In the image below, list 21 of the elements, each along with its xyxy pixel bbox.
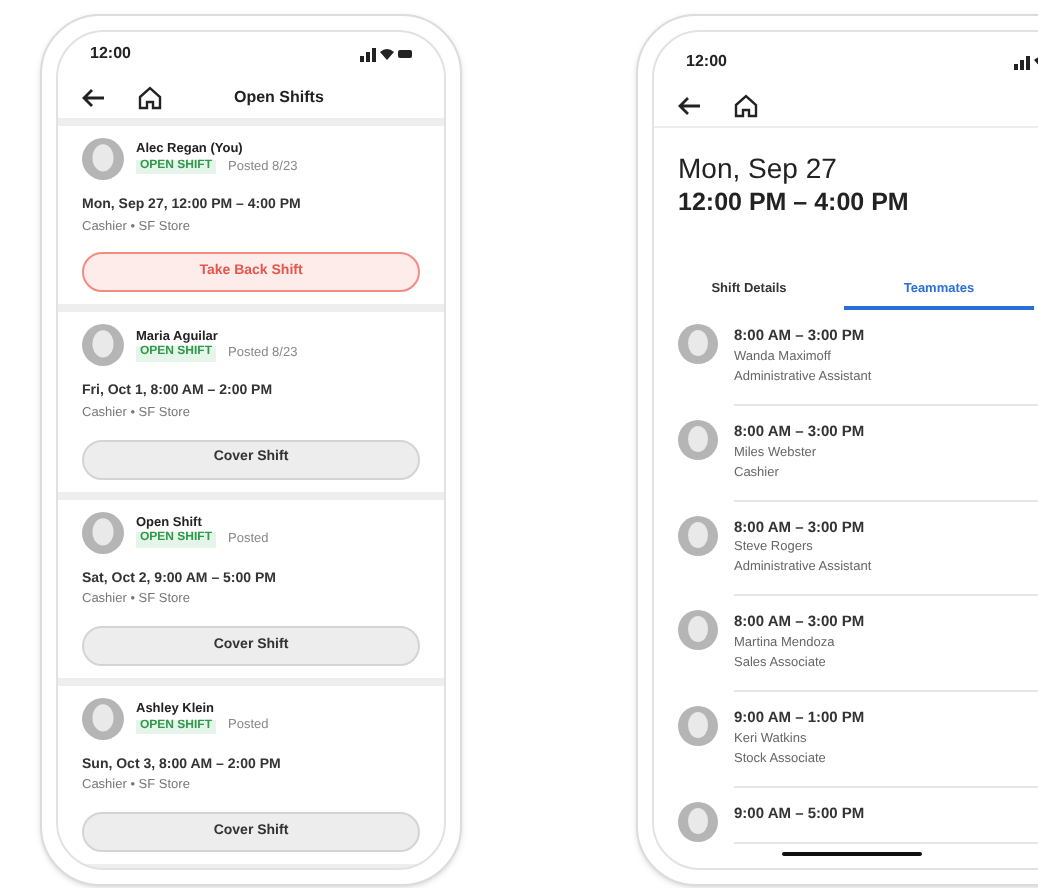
shift-date: Mon, Sep 27	[678, 152, 839, 187]
avatar-icon	[678, 801, 718, 842]
avatar-icon	[678, 515, 718, 556]
avatar-icon	[678, 419, 718, 460]
avatar-icon	[678, 610, 718, 651]
status-time: 12:00	[686, 50, 727, 74]
home-icon[interactable]	[734, 93, 758, 117]
page-title: Open Shifts	[234, 85, 324, 109]
avatar-icon	[82, 138, 124, 180]
avatar-icon	[82, 697, 124, 740]
shift-hours: 12:00 PM – 4:00 PM	[678, 187, 911, 219]
avatar-icon	[82, 511, 124, 553]
avatar-icon	[678, 324, 718, 365]
home-indicator	[782, 852, 922, 856]
status-time: 12:00	[90, 42, 131, 66]
avatar-icon	[82, 324, 124, 367]
home-icon[interactable]	[138, 85, 162, 109]
back-arrow-icon[interactable]	[82, 87, 106, 107]
avatar-icon	[678, 706, 718, 747]
status-icons	[360, 46, 412, 62]
back-arrow-icon[interactable]	[678, 95, 702, 115]
